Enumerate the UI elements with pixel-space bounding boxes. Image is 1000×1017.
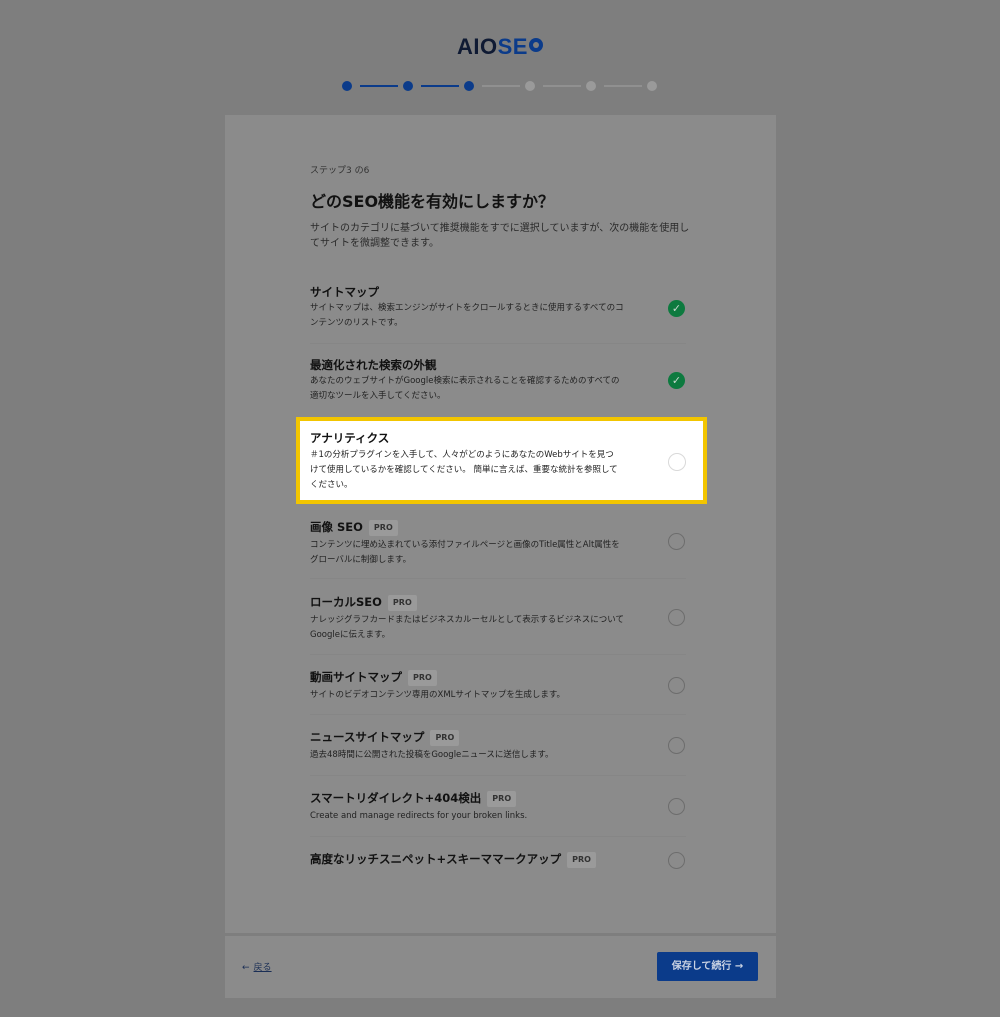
divider (310, 343, 686, 344)
logo-gear-icon (528, 38, 543, 52)
toggle-circle-icon[interactable] (668, 609, 685, 626)
save-continue-button[interactable]: 保存して続行 → (657, 952, 758, 981)
progress-dot-6 (647, 81, 657, 91)
feature-description: サイトマップは、検索エンジンがサイトをクロールするときに使用するすべてのコンテン… (310, 303, 624, 328)
progress-line-1 (360, 85, 398, 87)
toggle-circle-icon[interactable] (668, 737, 685, 754)
logo-aio-text: AIO (457, 34, 498, 59)
toggle-circle-icon[interactable] (668, 852, 685, 869)
progress-dot-3 (464, 81, 474, 91)
pro-badge: PRO (567, 852, 596, 868)
back-link[interactable]: ← 戻る (242, 960, 272, 973)
progress-line-4 (543, 85, 581, 87)
arrow-left-icon: ← (242, 963, 250, 973)
feature-search-appearance: 最適化された検索の外観 あなたのウェブサイトがGoogle検索に表示されることを… (310, 358, 710, 404)
step-progress (342, 80, 662, 92)
step-label: ステップ3 の6 (310, 166, 370, 176)
divider (310, 578, 686, 579)
check-icon[interactable]: ✓ (668, 372, 685, 389)
feature-rich-snippets: 高度なリッチスニペット+スキーママークアップ PRO (310, 852, 710, 868)
feature-name: 画像 SEO (310, 520, 363, 534)
feature-description: ＃1の分析プラグインを入手して、人々がどのようにあなたのWebサイトを見つけて使… (310, 450, 618, 490)
feature-description: 過去48時間に公開された投稿をGoogleニュースに送信します。 (310, 750, 554, 760)
feature-description: あなたのウェブサイトがGoogle検索に表示されることを確認するためのすべての適… (310, 376, 620, 401)
feature-name: ローカルSEO (310, 595, 382, 609)
page-description: サイトのカテゴリに基づいて推奨機能をすでに選択していますが、次の機能を使用してサ… (310, 223, 690, 249)
pro-badge: PRO (368, 520, 398, 536)
check-icon[interactable]: ✓ (668, 300, 685, 317)
feature-name: スマートリダイレクト+404検出 (310, 791, 482, 805)
feature-description: サイトのビデオコンテンツ専用のXMLサイトマップを生成します。 (310, 690, 566, 700)
page-title: どのSEO機能を有効にしますか？ (310, 192, 555, 211)
feature-description: ナレッジグラフカードまたはビジネスカルーセルとして表示するビジネスについてGoo… (310, 615, 624, 640)
feature-description: コンテンツに埋め込まれている添付ファイルページと画像のTitle属性とAlt属性… (310, 540, 620, 565)
feature-analytics: アナリティクス ＃1の分析プラグインを入手して、人々がどのようにあなたのWebサ… (296, 417, 707, 504)
feature-image-seo: 画像 SEO PRO コンテンツに埋め込まれている添付ファイルページと画像のTit… (310, 520, 710, 568)
pro-badge: PRO (387, 595, 417, 611)
progress-dot-1 (342, 81, 352, 91)
progress-line-3 (482, 85, 520, 87)
toggle-circle-icon[interactable] (668, 677, 685, 694)
feature-name: 最適化された検索の外観 (310, 358, 437, 372)
feature-name: 高度なリッチスニペット+スキーママークアップ (310, 852, 562, 866)
feature-description: Create and manage redirects for your bro… (310, 811, 528, 821)
feature-news-sitemap: ニュースサイトマップ PRO 過去48時間に公開された投稿をGoogleニュースに… (310, 730, 710, 763)
progress-dot-5 (586, 81, 596, 91)
divider (310, 836, 686, 837)
pro-badge: PRO (408, 670, 437, 686)
toggle-circle-icon[interactable] (668, 798, 685, 815)
feature-sitemap: サイトマップ サイトマップは、検索エンジンがサイトをクロールするときに使用するす… (310, 285, 710, 331)
divider (310, 775, 686, 776)
feature-local-seo: ローカルSEO PRO ナレッジグラフカードまたはビジネスカルーセルとして表示する… (310, 595, 710, 643)
feature-video-sitemap: 動画サイトマップ PRO サイトのビデオコンテンツ専用のXMLサイトマップを生成し… (310, 670, 710, 703)
toggle-circle-icon[interactable] (668, 533, 685, 550)
progress-line-2 (421, 85, 459, 87)
feature-name: 動画サイトマップ (310, 670, 402, 684)
feature-name: アナリティクス (310, 431, 390, 445)
feature-redirects: スマートリダイレクト+404検出 PRO Create and manage re… (310, 791, 710, 824)
divider (310, 654, 686, 655)
aioseo-logo: AIOSE (0, 34, 1000, 60)
pro-badge: PRO (487, 791, 517, 807)
divider (310, 714, 686, 715)
toggle-circle-icon[interactable] (668, 453, 686, 471)
feature-name: ニュースサイトマップ (310, 730, 425, 744)
back-label: 戻る (253, 963, 272, 973)
feature-name: サイトマップ (310, 285, 379, 299)
progress-dot-2 (403, 81, 413, 91)
progress-line-5 (604, 85, 642, 87)
pro-badge: PRO (430, 730, 460, 746)
logo-seo-text: SE (497, 34, 528, 59)
progress-dot-4 (525, 81, 535, 91)
